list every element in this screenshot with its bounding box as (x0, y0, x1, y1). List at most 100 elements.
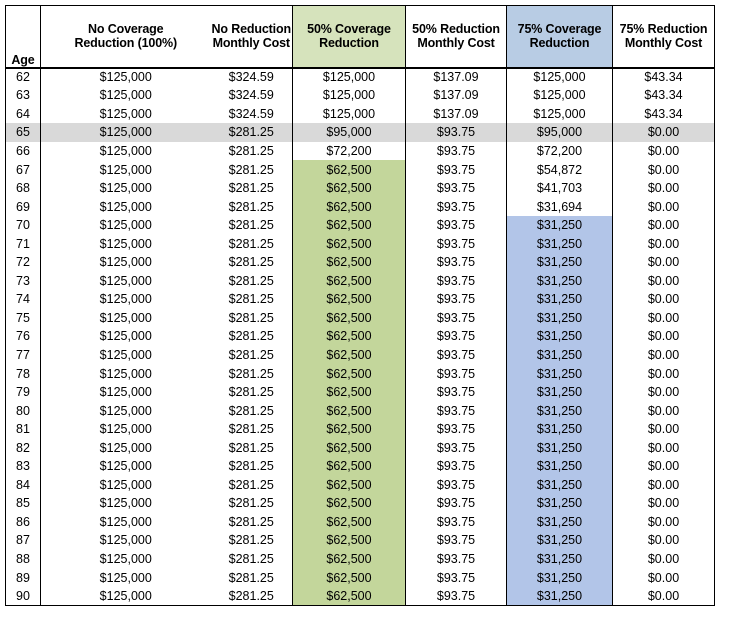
cell-no-reduction-monthly-cost: $324.59 (228, 88, 274, 103)
cell-75-reduction-monthly-cost: $43.34 (644, 106, 683, 121)
cell-no-reduction-monthly-cost: $281.25 (228, 162, 274, 177)
cell-50-reduction-monthly-cost: $137.09 (433, 70, 479, 85)
table-body: 62 $125,000 $324.59 $125,000 $137.09 $125,000… (5, 67, 715, 606)
cell-age: 69 (5, 197, 41, 216)
cell-50-reduction-monthly-cost: $93.75 (436, 403, 476, 418)
cell-no-reduction-monthly-cost: $281.25 (228, 310, 274, 325)
cell-no-reduction-monthly-cost: $281.25 (228, 422, 274, 437)
cell-50-reduction-monthly-cost: $93.75 (436, 143, 476, 158)
cell-50-reduction-monthly-cost: $93.75 (436, 588, 476, 603)
cell-75-reduction-monthly-cost: $0.00 (647, 514, 680, 529)
cell-50-reduction-monthly-cost: $137.09 (433, 106, 479, 121)
cell-no-coverage-reduction: $125,000 (99, 533, 152, 548)
cell-no-reduction-monthly-cost: $281.25 (228, 181, 274, 196)
cell-75-coverage-reduction: $31,250 (506, 531, 613, 550)
cell-75-reduction-monthly-cost: $0.00 (647, 292, 680, 307)
cell-50-reduction-monthly-cost: $93.75 (436, 496, 476, 511)
cell-75-coverage-reduction: $125,000 (506, 67, 613, 87)
cell-50-reduction-monthly-cost: $93.75 (436, 181, 476, 196)
cell-75-coverage-reduction: $31,250 (506, 549, 613, 569)
cell-age: 90 (5, 586, 41, 606)
cell-no-coverage-reduction: $125,000 (99, 440, 152, 455)
cell-no-reduction-monthly-cost: $281.25 (228, 551, 274, 566)
cell-no-coverage-reduction: $125,000 (99, 199, 152, 214)
cell-age: 63 (5, 86, 41, 105)
cell-no-coverage-reduction: $125,000 (99, 588, 152, 603)
cell-50-coverage-reduction: $62,500 (292, 327, 406, 346)
cell-75-reduction-monthly-cost: $0.00 (647, 366, 680, 381)
cell-75-coverage-reduction: $31,250 (506, 512, 613, 532)
cell-age: 72 (5, 252, 41, 272)
cell-no-coverage-reduction: $125,000 (99, 88, 152, 103)
cell-50-coverage-reduction: $62,500 (292, 345, 406, 365)
column-header-no-reduction-monthly-cost: No Reduction Monthly Cost (210, 5, 293, 69)
cell-no-reduction-monthly-cost: $281.25 (228, 385, 274, 400)
cell-75-reduction-monthly-cost: $0.00 (647, 440, 680, 455)
cell-no-reduction-monthly-cost: $281.25 (228, 403, 274, 418)
table-row: 67 $125,000 $281.25 $62,500 $93.75 $54,872 $0.… (5, 160, 715, 179)
cell-no-reduction-monthly-cost: $324.59 (228, 70, 274, 85)
table-row: 70 $125,000 $281.25 $62,500 $93.75 $31,250 $0.… (5, 215, 715, 235)
cell-50-coverage-reduction: $62,500 (292, 364, 406, 383)
cell-no-reduction-monthly-cost: $281.25 (228, 570, 274, 585)
cell-50-coverage-reduction: $62,500 (292, 290, 406, 309)
cell-age: 80 (5, 401, 41, 420)
cell-75-coverage-reduction: $31,250 (506, 438, 613, 457)
cell-50-coverage-reduction: $62,500 (292, 494, 406, 513)
table-row: 65 $125,000 $281.25 $95,000 $93.75 $95,000 $0.… (5, 123, 715, 142)
cell-75-reduction-monthly-cost: $0.00 (647, 255, 680, 270)
column-header-75-reduction-monthly-cost-line2: Monthly Cost (624, 36, 703, 51)
cell-50-reduction-monthly-cost: $93.75 (436, 459, 476, 474)
cell-75-reduction-monthly-cost: $0.00 (647, 143, 680, 158)
cell-age: 83 (5, 456, 41, 476)
cell-age: 85 (5, 494, 41, 513)
cell-75-reduction-monthly-cost: $0.00 (647, 588, 680, 603)
cell-50-coverage-reduction: $72,200 (292, 141, 406, 161)
cell-no-coverage-reduction: $125,000 (99, 329, 152, 344)
column-header-75-coverage-reduction-line2: Reduction (529, 36, 590, 51)
column-header-75-reduction-monthly-cost-line1: 75% Reduction (619, 22, 708, 37)
cell-no-reduction-monthly-cost: $324.59 (228, 106, 274, 121)
cell-50-reduction-monthly-cost: $93.75 (436, 570, 476, 585)
cell-no-coverage-reduction: $125,000 (99, 143, 152, 158)
cell-no-coverage-reduction: $125,000 (99, 70, 152, 85)
cell-75-coverage-reduction: $125,000 (506, 104, 613, 124)
cell-75-reduction-monthly-cost: $0.00 (647, 385, 680, 400)
cell-age: 73 (5, 271, 41, 291)
cell-no-coverage-reduction: $125,000 (99, 551, 152, 566)
cell-50-coverage-reduction: $62,500 (292, 586, 406, 606)
cell-no-coverage-reduction: $125,000 (99, 218, 152, 233)
cell-age: 87 (5, 531, 41, 550)
column-header-50-reduction-monthly-cost-line1: 50% Reduction (412, 22, 500, 37)
table-row: 89 $125,000 $281.25 $62,500 $93.75 $31,250 $0.… (5, 568, 715, 587)
table-row: 78 $125,000 $281.25 $62,500 $93.75 $31,250 $0.… (5, 364, 715, 383)
cell-no-reduction-monthly-cost: $281.25 (228, 199, 274, 214)
column-header-50-coverage-reduction-line1: 50% Coverage (307, 22, 391, 37)
cell-50-coverage-reduction: $62,500 (292, 382, 406, 402)
cell-75-coverage-reduction: $31,250 (506, 345, 613, 365)
cell-no-reduction-monthly-cost: $281.25 (228, 588, 274, 603)
cell-50-coverage-reduction: $125,000 (292, 104, 406, 124)
cell-75-reduction-monthly-cost: $0.00 (647, 310, 680, 325)
cell-50-reduction-monthly-cost: $93.75 (436, 347, 476, 362)
table-row: 74 $125,000 $281.25 $62,500 $93.75 $31,250 $0.… (5, 290, 715, 309)
cell-50-reduction-monthly-cost: $93.75 (436, 422, 476, 437)
cell-no-reduction-monthly-cost: $281.25 (228, 236, 274, 251)
cell-50-coverage-reduction: $62,500 (292, 475, 406, 495)
cell-75-coverage-reduction: $31,250 (506, 364, 613, 383)
cell-75-reduction-monthly-cost: $0.00 (647, 496, 680, 511)
table-row: 69 $125,000 $281.25 $62,500 $93.75 $31,694 $0.… (5, 197, 715, 216)
cell-75-coverage-reduction: $41,703 (506, 178, 613, 198)
table-row: 80 $125,000 $281.25 $62,500 $93.75 $31,250 $0.… (5, 401, 715, 420)
cell-75-coverage-reduction: $31,250 (506, 456, 613, 476)
cell-no-reduction-monthly-cost: $281.25 (228, 143, 274, 158)
cell-75-reduction-monthly-cost: $0.00 (647, 329, 680, 344)
cell-75-reduction-monthly-cost: $0.00 (647, 162, 680, 177)
cell-50-reduction-monthly-cost: $137.09 (433, 88, 479, 103)
cell-no-reduction-monthly-cost: $281.25 (228, 533, 274, 548)
cell-no-reduction-monthly-cost: $281.25 (228, 496, 274, 511)
coverage-reduction-table-sheet: Age No Coverage Reduction (100%) No Redu… (0, 0, 729, 634)
cell-75-coverage-reduction: $31,250 (506, 290, 613, 309)
cell-75-reduction-monthly-cost: $43.34 (644, 70, 683, 85)
table-row: 84 $125,000 $281.25 $62,500 $93.75 $31,250 $0.… (5, 475, 715, 495)
